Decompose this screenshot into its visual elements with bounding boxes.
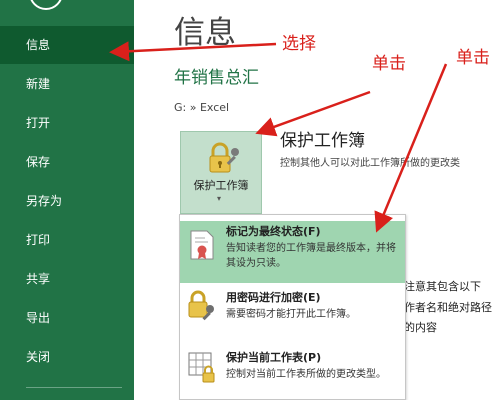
workbook-name: 年销售总汇	[174, 68, 259, 88]
lock-key-icon	[209, 142, 239, 173]
protect-section-title: 保护工作簿	[280, 131, 365, 151]
chevron-down-icon: ▾	[217, 194, 222, 203]
menu-item-protect-sheet-desc: 控制对当前工作表所做的更改类型。	[226, 369, 386, 380]
nav-item-share[interactable]: 共享	[0, 260, 134, 298]
protect-button-label: 保护工作簿	[193, 179, 249, 192]
nav-divider	[26, 387, 122, 388]
annotation-select: 选择	[282, 34, 316, 54]
menu-item-encrypt-desc: 需要密码才能打开此工作簿。	[226, 309, 356, 320]
menu-item-mark-final-title: 标记为最终状态(F)	[226, 225, 321, 238]
nav-item-close[interactable]: 关闭	[0, 338, 134, 376]
protect-workbook-menu: 标记为最终状态(F) 告知读者您的工作簿是最终版本，并将其设为只读。 用密码进行…	[179, 214, 406, 400]
menu-item-mark-final[interactable]: 标记为最终状态(F) 告知读者您的工作簿是最终版本，并将其设为只读。	[180, 221, 405, 283]
menu-item-protect-sheet[interactable]: 保护当前工作表(P) 控制对当前工作表所做的更改类型。	[180, 345, 405, 399]
menu-item-protect-sheet-title: 保护当前工作表(P)	[226, 351, 322, 364]
backstage-nav: 信息 新建 打开 保存 另存为 打印 共享 导出 关闭	[0, 0, 134, 400]
protect-section-desc: 控制其他人可以对此工作簿所做的更改类	[280, 158, 460, 169]
back-button[interactable]	[29, 0, 63, 10]
annotation-click-1: 单击	[372, 54, 406, 74]
inspect-text-line1: 注意其包含以下	[404, 280, 481, 293]
nav-item-info[interactable]: 信息	[0, 26, 134, 64]
nav-item-new[interactable]: 新建	[0, 65, 134, 103]
protect-workbook-button[interactable]: 保护工作簿 ▾	[180, 131, 262, 214]
sheet-lock-icon	[188, 352, 215, 383]
arrow-to-protect-button	[255, 90, 371, 137]
inspect-text-line2: 作者名和绝对路径	[404, 301, 492, 314]
page-title: 信息	[174, 15, 236, 51]
file-path: G: » Excel	[174, 101, 230, 114]
lock-key-icon	[188, 290, 214, 321]
arrow-to-mark-final	[374, 63, 448, 233]
menu-item-mark-final-desc: 告知读者您的工作簿是最终版本，并将其设为只读。	[226, 243, 396, 269]
nav-item-print[interactable]: 打印	[0, 221, 134, 259]
menu-item-encrypt-title: 用密码进行加密(E)	[226, 291, 321, 304]
nav-item-save[interactable]: 保存	[0, 143, 134, 181]
nav-item-export[interactable]: 导出	[0, 299, 134, 337]
annotation-click-2: 单击	[456, 48, 490, 68]
certificate-icon	[190, 230, 214, 260]
nav-item-save-as[interactable]: 另存为	[0, 182, 134, 220]
inspect-text-line3: 的内容	[404, 321, 437, 334]
menu-item-encrypt[interactable]: 用密码进行加密(E) 需要密码才能打开此工作簿。	[180, 285, 405, 343]
nav-item-open[interactable]: 打开	[0, 104, 134, 142]
